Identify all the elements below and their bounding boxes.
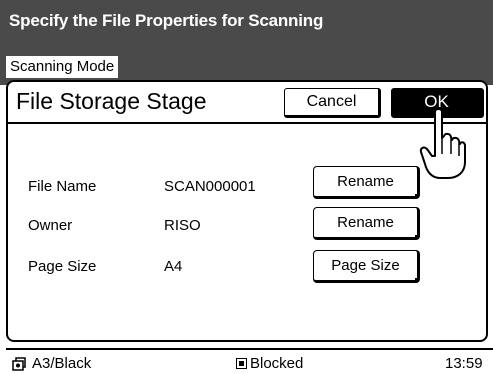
owner-label: Owner xyxy=(28,217,73,234)
status-bar: A3/Black Blocked 13:59 xyxy=(0,352,493,374)
rename-file-button[interactable]: Rename xyxy=(313,166,420,199)
machine-state-text: Blocked xyxy=(250,355,304,372)
status-divider xyxy=(6,348,493,350)
file-name-label: File Name xyxy=(28,178,97,195)
rename-owner-button[interactable]: Rename xyxy=(313,207,420,240)
file-name-value: SCAN000001 xyxy=(164,178,256,195)
page-size-value: A4 xyxy=(164,258,183,275)
title-bar: Specify the File Properties for Scanning… xyxy=(0,0,493,85)
blocked-icon xyxy=(236,358,247,369)
paper-status: A3/Black xyxy=(12,355,91,372)
paper-tray-icon xyxy=(12,356,26,371)
scanning-mode-tab[interactable]: Scanning Mode xyxy=(6,56,119,78)
paper-status-text: A3/Black xyxy=(32,355,92,372)
machine-state: Blocked xyxy=(236,355,303,372)
owner-value: RISO xyxy=(164,217,201,234)
page-size-button[interactable]: Page Size xyxy=(313,250,420,283)
page-title: Specify the File Properties for Scanning xyxy=(9,11,324,30)
page-size-label: Page Size xyxy=(28,258,97,275)
panel-title: File Storage Stage xyxy=(16,88,207,114)
file-storage-panel: File Storage Stage Cancel OK File Name S… xyxy=(6,80,488,342)
clock: 13:59 xyxy=(445,355,483,372)
panel-divider xyxy=(8,122,486,124)
cancel-button[interactable]: Cancel xyxy=(284,88,381,118)
hand-pointer-icon xyxy=(419,108,466,179)
